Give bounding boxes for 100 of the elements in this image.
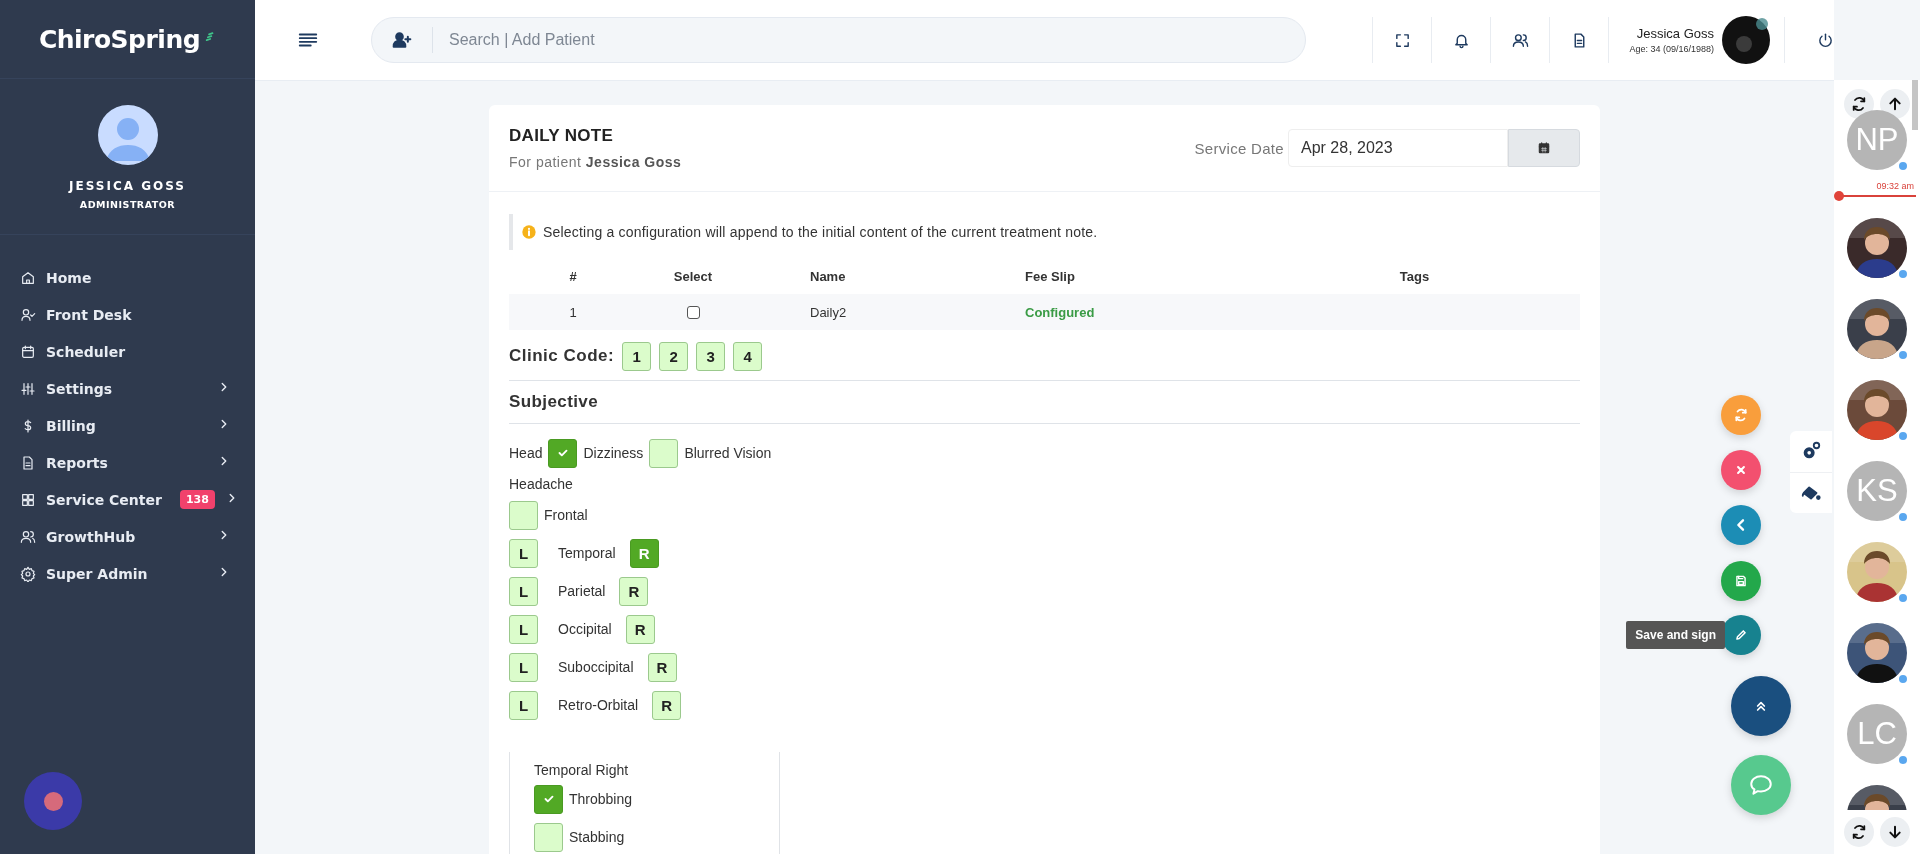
section-title: Subjective [509, 380, 1580, 424]
power-icon [1817, 31, 1834, 49]
refresh-icon [1851, 96, 1867, 112]
save-icon [1734, 574, 1748, 588]
status-text: Configured [1025, 304, 1095, 320]
info-text: Selecting a configuration will append to the initial content of the current treatment note. [543, 224, 1098, 240]
option-checkbox[interactable] [509, 500, 538, 530]
option-label: Temporal [557, 545, 616, 561]
option-checkbox[interactable] [649, 438, 679, 468]
clinic-code-button[interactable]: 1 [622, 341, 652, 371]
status-dot [1897, 160, 1909, 172]
count-badge: 138 [179, 490, 215, 509]
users-icon [1511, 31, 1529, 49]
option-label: Frontal [544, 507, 588, 523]
left-toggle[interactable]: L [509, 690, 538, 720]
column-header: Tags [1398, 267, 1431, 286]
search-bar[interactable]: Search | Add Patient [371, 17, 1307, 63]
document-icon [20, 454, 36, 471]
left-toggle[interactable]: L [509, 652, 538, 682]
patient-avatar[interactable] [1722, 16, 1770, 64]
power-button[interactable] [1817, 31, 1834, 49]
select-checkbox[interactable] [686, 305, 700, 319]
brand-logo[interactable]: ChiroSpring [38, 24, 201, 54]
nav-item[interactable]: Service Center 138 [0, 481, 255, 518]
status-dot [1897, 754, 1909, 766]
option-label: Suboccipital [557, 659, 634, 675]
option-label: Parietal [557, 583, 606, 599]
column-header: Fee Slip [1024, 267, 1076, 286]
back-button[interactable] [1721, 505, 1761, 545]
clinic-code-button[interactable]: 4 [733, 341, 763, 371]
column-header: Select [672, 267, 714, 286]
nav-item[interactable]: Super Admin [0, 555, 255, 592]
tooltip: Save and sign [1626, 621, 1725, 649]
user-check-icon [20, 306, 36, 323]
field-label: Head [509, 445, 543, 461]
refresh-icon [1734, 408, 1748, 422]
option-label: Occipital [557, 621, 612, 637]
save-button[interactable] [1721, 561, 1761, 601]
gear-icon [20, 565, 36, 582]
option-label: Retro-Orbital [557, 697, 639, 713]
right-toggle[interactable]: R [647, 652, 677, 682]
option-checkbox[interactable] [534, 822, 563, 852]
clinic-code-button[interactable]: 3 [696, 341, 726, 371]
info-icon [521, 224, 537, 240]
nav-item[interactable]: Billing [0, 407, 255, 444]
note-subtitle: For patient Jessica Goss [509, 154, 682, 170]
status-dot [1897, 592, 1909, 604]
refresh-button[interactable] [1844, 817, 1874, 847]
patient-age: Age: 34 (09/16/1988) [1629, 44, 1714, 54]
clinic-code-button[interactable]: 2 [659, 341, 689, 371]
nav-item[interactable]: Scheduler [0, 333, 255, 370]
clinic-code-label: Clinic Code: [509, 346, 615, 366]
grid-icon [20, 491, 36, 508]
nav-item[interactable]: Reports [0, 444, 255, 481]
refresh-button[interactable] [1844, 89, 1874, 119]
refresh-icon [1851, 824, 1867, 840]
panel-title: Temporal Right [534, 762, 630, 778]
user-name: JESSICA GOSS [69, 179, 186, 193]
nav-item[interactable]: Settings [0, 370, 255, 407]
fullscreen-icon [1393, 31, 1411, 49]
close-icon [1734, 463, 1748, 477]
pencil-icon [1734, 628, 1748, 642]
left-toggle[interactable]: L [509, 538, 538, 568]
scroll-down-button[interactable] [1880, 817, 1910, 847]
right-toggle[interactable]: R [625, 614, 655, 644]
home-icon [20, 269, 36, 286]
nav-item[interactable]: GrowthHub [0, 518, 255, 555]
option-label: Dizziness [583, 445, 644, 461]
search-field[interactable]: Search | Add Patient [447, 30, 1306, 50]
right-toggle[interactable]: R [619, 576, 649, 606]
right-toggle[interactable]: R [652, 690, 682, 720]
nav-item[interactable]: Home [0, 259, 255, 296]
option-checkbox[interactable] [548, 438, 578, 468]
add-user-icon [392, 30, 412, 50]
scroll-up-button[interactable] [1880, 89, 1910, 119]
field-label: Headache [509, 476, 574, 492]
arrow-down-icon [1887, 824, 1903, 840]
note-title: DAILY NOTE [509, 126, 615, 146]
patient-name: Jessica Goss [1636, 26, 1714, 41]
calendar-button[interactable] [1508, 129, 1580, 167]
status-dot [1897, 268, 1909, 280]
option-checkbox[interactable] [534, 784, 563, 814]
up-button[interactable] [1731, 676, 1791, 736]
close-button[interactable] [1721, 450, 1761, 490]
table-cell: 1 [509, 294, 637, 330]
column-header: # [568, 267, 578, 286]
option-label: Blurred Vision [684, 445, 772, 461]
left-toggle[interactable]: L [509, 576, 538, 606]
table-cell: Daily2 [749, 294, 1013, 330]
status-dot [1897, 673, 1909, 685]
service-date-field[interactable]: Apr 28, 2023 [1288, 129, 1508, 167]
option-label: Stabbing [569, 829, 625, 845]
sliders-icon [20, 380, 36, 397]
calendar-icon [1537, 141, 1551, 155]
status-dot [1897, 511, 1909, 523]
status-dot [1897, 430, 1909, 442]
user-role: ADMINISTRATOR [79, 199, 176, 210]
left-toggle[interactable]: L [509, 614, 538, 644]
arrow-up-icon [1887, 96, 1903, 112]
nav-item[interactable]: Front Desk [0, 296, 255, 333]
